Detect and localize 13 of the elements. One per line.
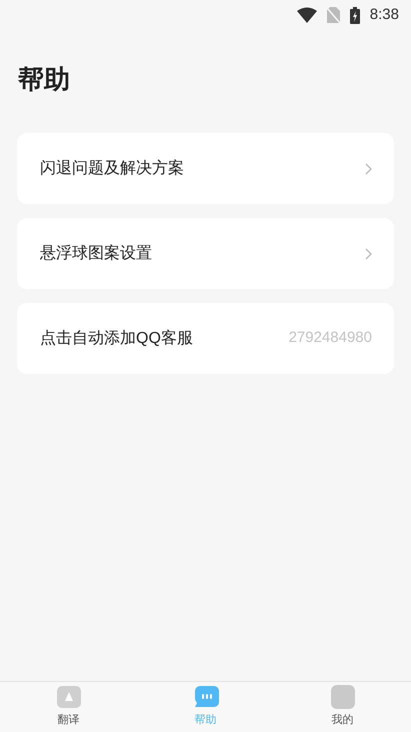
no-sim-icon — [326, 7, 340, 23]
chevron-right-icon — [365, 162, 372, 174]
chevron-right-icon — [365, 248, 372, 260]
menu-row[interactable]: 闪退问题及解决方案 — [17, 133, 394, 204]
wifi-icon — [296, 7, 317, 23]
menu-row[interactable]: 点击自动添加QQ客服 2792484980 — [17, 303, 394, 374]
menu-row[interactable]: 悬浮球图案设置 — [17, 218, 394, 289]
nav-tab[interactable]: 我的 — [274, 682, 411, 732]
status-time: 8:38 — [370, 4, 399, 25]
page-title: 帮助 — [18, 63, 70, 96]
battery-icon — [350, 6, 360, 24]
translate-icon — [56, 685, 82, 710]
nav-tab[interactable]: 翻译 — [0, 682, 137, 732]
